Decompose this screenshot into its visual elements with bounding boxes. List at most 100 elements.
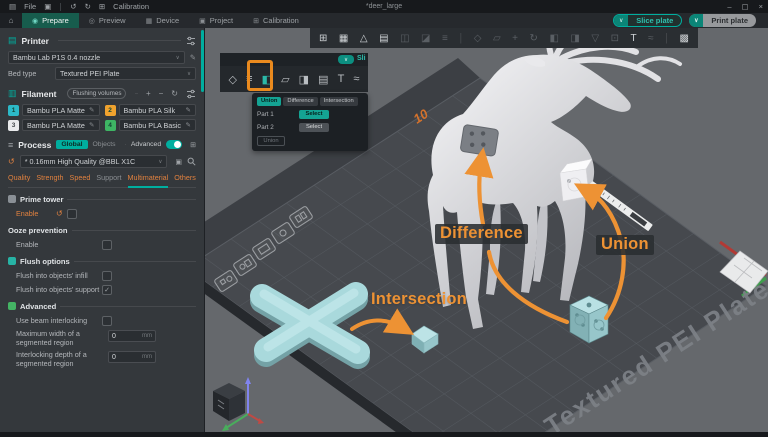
slice-plate-button[interactable]: ∨ Slice plate	[613, 14, 682, 27]
inset-tool-icon[interactable]: ▱	[281, 73, 289, 86]
process-preset-dropdown[interactable]: * 0.16mm High Quality @BBL X1C ∨	[20, 155, 168, 168]
boolean-mode-tab[interactable]: Intersection	[320, 97, 358, 106]
nav-tab-icon: ▣	[199, 17, 206, 25]
advanced-section-header: Advanced	[8, 300, 196, 312]
toolbar-icon[interactable]: ◧	[549, 33, 558, 44]
inset-tool-icon[interactable]: T	[338, 73, 345, 85]
filament-edit-icon[interactable]: ✎	[89, 106, 94, 114]
toolbar-icon[interactable]: ◇	[474, 33, 482, 44]
max-width-input[interactable]	[112, 333, 134, 340]
toolbar-icon[interactable]: ◪	[421, 33, 430, 44]
print-options-chevron-icon[interactable]: ∨	[689, 14, 703, 27]
orientation-axes-widget[interactable]	[213, 377, 264, 431]
printer-preset-dropdown[interactable]: Bambu Lab P1S 0.4 nozzle ∨	[8, 51, 185, 64]
interlocking-depth-input[interactable]	[112, 354, 134, 361]
toolbar-icon[interactable]: ◨	[570, 33, 579, 44]
close-button[interactable]: ×	[759, 2, 763, 11]
undo-button[interactable]: ↺	[70, 2, 76, 11]
x-axis-arrow	[248, 414, 260, 421]
inset-tool-icon[interactable]: ◨	[299, 73, 309, 86]
filament-edit-icon[interactable]: ✎	[186, 121, 191, 129]
interlocking-depth-label: Interlocking depth of a segmented region	[16, 351, 108, 368]
nav-tab[interactable]: ▦ Device	[136, 13, 190, 28]
toolbar-icon[interactable]: ≡	[442, 33, 448, 44]
flush-row-checkbox[interactable]	[102, 285, 112, 295]
process-scope-objects[interactable]: Objects	[93, 141, 116, 148]
filament-list: 1 Bambu PLA Matte ✎ 2 Bambu PLA Silk ✎ 3…	[8, 104, 196, 131]
toolbar-icon[interactable]: +	[512, 33, 518, 44]
toolbar-icon[interactable]: |	[459, 32, 462, 44]
search-params-icon[interactable]	[187, 157, 196, 166]
difference-recess	[460, 124, 499, 156]
redo-button[interactable]: ↻	[85, 2, 91, 11]
save-preset-icon[interactable]: ▣	[175, 158, 182, 166]
slice-options-chevron-icon[interactable]: ∨	[614, 14, 628, 27]
filament-item[interactable]: 3 Bambu PLA Matte ✎	[8, 119, 100, 131]
toolbar-icon[interactable]: |	[665, 32, 668, 44]
flush-row-label: Flush into objects' infill	[16, 271, 102, 280]
part1-select-button[interactable]: Select	[299, 110, 329, 119]
process-tab[interactable]: Strength	[36, 173, 63, 184]
file-icon[interactable]: ▤	[9, 2, 16, 11]
reset-preset-icon[interactable]: ↺	[8, 157, 15, 166]
nav-tab[interactable]: ▣ Project	[189, 13, 243, 28]
filament-item[interactable]: 2 Bambu PLA Silk ✎	[105, 104, 197, 116]
filament-item[interactable]: 1 Bambu PLA Matte ✎	[8, 104, 100, 116]
toolbar-icon[interactable]: △	[360, 33, 368, 44]
filament-settings-icon[interactable]	[186, 89, 196, 99]
flush-row-checkbox[interactable]	[102, 271, 112, 281]
remove-filament-button[interactable]: −	[159, 89, 164, 98]
nav-tab[interactable]: ◎ Preview	[79, 13, 136, 28]
toolbar-icon[interactable]: ↻	[530, 33, 538, 44]
process-tab[interactable]: Quality	[8, 173, 30, 184]
inset-tool-icon[interactable]: ◇	[229, 73, 237, 86]
beam-interlocking-checkbox[interactable]	[102, 316, 112, 326]
toolbar-icon[interactable]: ⊞	[319, 33, 327, 44]
inset-tool-icon[interactable]: ≈	[353, 73, 359, 85]
boolean-dialog: UnionDifferenceIntersection Part 1 Selec…	[252, 93, 368, 151]
maximize-button[interactable]: ▢	[742, 2, 749, 11]
flushing-volumes-button[interactable]: Flushing volumes	[67, 88, 126, 99]
boolean-mode-tab[interactable]: Union	[257, 97, 281, 106]
process-scope-global[interactable]: Global	[56, 140, 87, 149]
toolbar-icon[interactable]: ▤	[379, 33, 388, 44]
nav-tab[interactable]: ◉ Prepare	[22, 13, 79, 28]
sync-filament-icon[interactable]: ↻	[171, 89, 178, 98]
sidebar-scrollbar[interactable]	[201, 30, 204, 92]
process-tab[interactable]: Speed	[70, 173, 91, 184]
home-button[interactable]: ⌂	[0, 13, 22, 28]
toolbar-icon[interactable]: ▩	[680, 33, 689, 44]
toolbar-icon[interactable]: ⊡	[611, 33, 619, 44]
boolean-apply-button[interactable]: Union	[257, 136, 285, 146]
save-button[interactable]: ▣	[44, 2, 51, 11]
expand-params-icon[interactable]: ⊞	[190, 141, 196, 149]
bed-type-dropdown[interactable]: Textured PEI Plate ∨	[55, 67, 196, 80]
process-tab[interactable]: Multimaterial	[128, 173, 169, 188]
prime-tower-enable-checkbox[interactable]	[67, 209, 77, 219]
print-plate-button[interactable]: ∨ Print plate	[689, 14, 756, 27]
add-filament-button[interactable]: +	[146, 89, 151, 98]
toolbar-icon[interactable]: ▦	[339, 33, 348, 44]
toolbar-icon[interactable]: ≈	[648, 33, 654, 44]
nav-tab[interactable]: ⊞ Calibration	[243, 13, 309, 28]
advanced-mode-toggle[interactable]	[166, 140, 182, 149]
printer-settings-icon[interactable]	[186, 36, 196, 46]
process-tab[interactable]: Support	[96, 173, 121, 184]
toolbar-icon[interactable]: ▽	[591, 33, 599, 44]
part2-select-button[interactable]: Select	[299, 123, 329, 132]
toolbar-icon[interactable]: T	[631, 33, 637, 44]
filament-edit-icon[interactable]: ✎	[89, 121, 94, 129]
printer-edit-icon[interactable]: ✎	[190, 53, 196, 62]
process-tab[interactable]: Others	[174, 173, 196, 184]
file-menu[interactable]: File	[24, 2, 36, 11]
boolean-mode-tab[interactable]: Difference	[283, 97, 317, 106]
inset-tool-icon[interactable]: ▤	[318, 73, 328, 86]
ooze-enable-checkbox[interactable]	[102, 240, 112, 250]
filament-item[interactable]: 4 Bambu PLA Basic ✎	[105, 119, 197, 131]
toolbar-icon[interactable]: ◫	[400, 33, 409, 44]
minimize-button[interactable]: –	[727, 2, 731, 11]
filament-edit-icon[interactable]: ✎	[186, 106, 191, 114]
calibration-menu[interactable]: Calibration	[113, 2, 149, 11]
toolbar-icon[interactable]: ▱	[493, 33, 501, 44]
prime-tower-reset-icon[interactable]: ↺	[56, 209, 63, 218]
